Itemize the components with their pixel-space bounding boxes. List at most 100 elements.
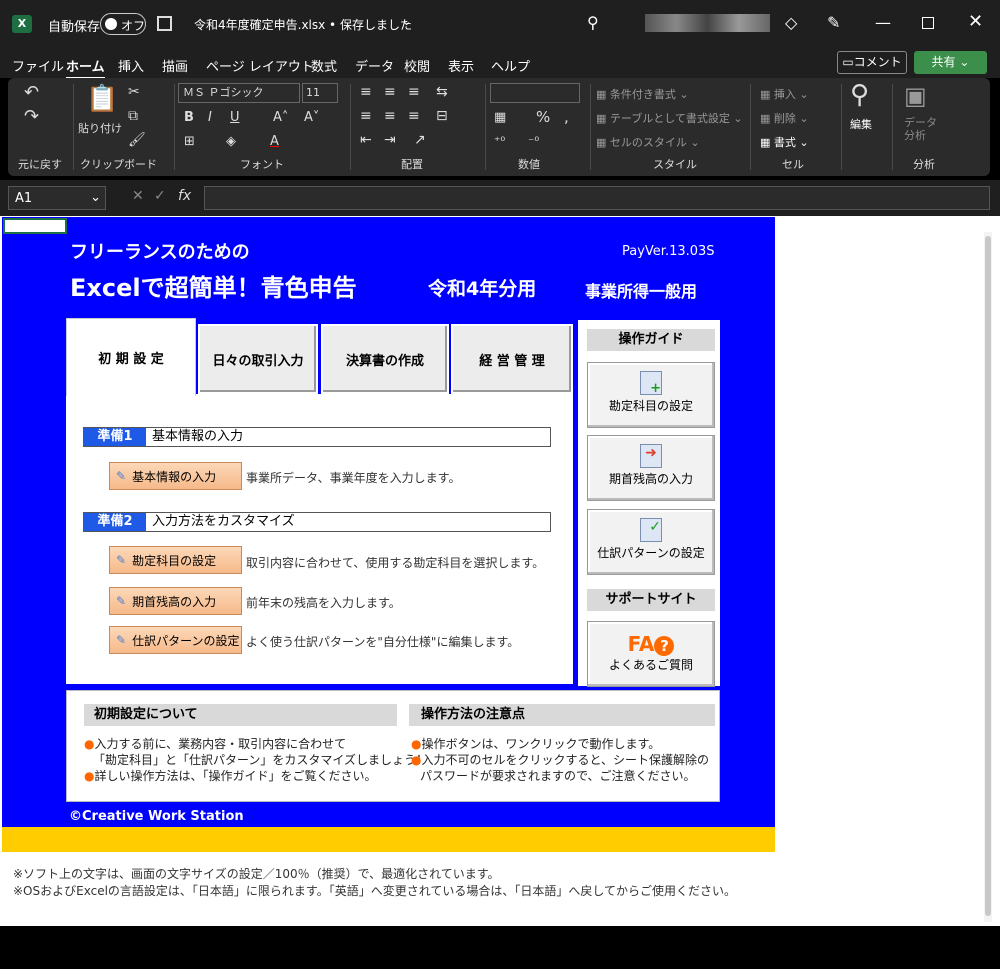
autosave-toggle[interactable]: オフ: [100, 13, 146, 35]
menu-review[interactable]: 校閲: [404, 56, 430, 75]
find-icon[interactable]: ⚲: [850, 80, 869, 110]
fx-icon[interactable]: fx: [178, 188, 191, 204]
align-top-icon[interactable]: ≡: [360, 84, 372, 100]
account-avatar[interactable]: [645, 14, 770, 32]
percent-icon[interactable]: %: [536, 108, 550, 126]
menu-data[interactable]: データ: [355, 56, 394, 75]
guide-opening-balance-button[interactable]: ➜ 期首残高の入力: [587, 435, 715, 501]
bold-icon[interactable]: B: [184, 110, 194, 125]
paste-icon[interactable]: 📋: [86, 84, 118, 114]
menu-file[interactable]: ファイル: [12, 56, 64, 75]
journal-pattern-button[interactable]: ✎ 仕訳パターンの設定: [109, 626, 242, 654]
font-color-icon[interactable]: A: [270, 134, 279, 149]
selected-cell-a1[interactable]: [3, 218, 67, 234]
outdent-icon[interactable]: ⇥: [384, 132, 396, 148]
merge-icon[interactable]: ⊟: [436, 108, 448, 124]
font-size-select[interactable]: 11: [302, 83, 338, 103]
align-right-icon[interactable]: ≡: [408, 108, 420, 124]
menu-help[interactable]: ヘルプ: [491, 56, 530, 75]
basic-info-desc: 事業所データ、事業年度を入力します。: [246, 471, 461, 485]
currency-icon[interactable]: ▦: [494, 110, 506, 125]
align-left-icon[interactable]: ≡: [360, 108, 372, 124]
share-label: 共有: [931, 55, 956, 69]
step-1: 準備1 基本情報の入力: [83, 427, 551, 447]
opening-balance-button[interactable]: ✎ 期首残高の入力: [109, 587, 242, 615]
cancel-icon[interactable]: ✕: [132, 188, 144, 204]
font-shrink-icon[interactable]: A˅: [304, 110, 319, 125]
guide-account-setting-button[interactable]: + 勘定科目の設定: [587, 362, 715, 428]
underline-icon[interactable]: U: [230, 110, 240, 125]
guide-journal-pattern-button[interactable]: ✓ 仕訳パターンの設定: [587, 509, 715, 575]
number-format-select[interactable]: [490, 83, 580, 103]
clipboard-label: クリップボード: [80, 158, 157, 171]
menu-draw[interactable]: 描画: [162, 56, 188, 75]
tab-financial-statements[interactable]: 決算書の作成: [321, 324, 449, 394]
search-icon[interactable]: ⚲: [587, 13, 599, 32]
faq-button[interactable]: FA? よくあるご質問: [587, 621, 715, 687]
data-analysis-button[interactable]: データ 分析: [904, 116, 937, 142]
align-center-icon[interactable]: ≡: [384, 108, 396, 124]
document-icon: ✎: [116, 553, 127, 567]
align-middle-icon[interactable]: ≡: [384, 84, 396, 100]
file-name[interactable]: 令和4年度確定申告.xlsx • 保存しました: [194, 16, 412, 33]
cell-label: セル: [782, 158, 804, 171]
comment-button[interactable]: ▭コメント: [837, 51, 907, 74]
pen-icon[interactable]: ✎: [827, 13, 840, 32]
fill-color-icon[interactable]: ◈: [226, 134, 236, 149]
menu-formulas[interactable]: 数式: [311, 56, 337, 75]
format-cells-button[interactable]: ▦ 書式 ⌄: [760, 134, 809, 150]
menu-insert[interactable]: 挿入: [118, 56, 144, 75]
footnote-1: ※ソフト上の文字は、画面の文字サイズの設定／100％（推奨）で、最適化されていま…: [13, 867, 500, 881]
menu-home[interactable]: ホーム: [66, 56, 105, 79]
insert-cells-button[interactable]: ▦ 挿入 ⌄: [760, 86, 809, 102]
menu-view[interactable]: 表示: [448, 56, 474, 75]
close-icon[interactable]: ✕: [968, 11, 983, 32]
basic-info-button[interactable]: ✎ 基本情報の入力: [109, 462, 242, 490]
tab-initial-settings[interactable]: 初 期 設 定: [66, 318, 196, 396]
redo-icon[interactable]: ↷: [24, 106, 39, 127]
orientation-icon[interactable]: ↗: [414, 132, 426, 148]
wrap-text-icon[interactable]: ⇆: [436, 84, 448, 100]
paste-label[interactable]: 貼り付け: [78, 120, 122, 136]
format-painter-icon[interactable]: 🖌: [128, 132, 146, 148]
cell-style-button[interactable]: ▦ セルのスタイル ⌄: [596, 134, 700, 150]
style-label: スタイル: [653, 158, 697, 171]
edit-label[interactable]: 編集: [850, 116, 872, 132]
account-setting-button[interactable]: ✎ 勘定科目の設定: [109, 546, 242, 574]
step-1-label: 準備1: [84, 428, 146, 446]
menu-page-layout[interactable]: ページ レイアウト: [206, 56, 314, 75]
enter-icon[interactable]: ✓: [154, 188, 166, 204]
font-name-select[interactable]: ＭＳ Ｐゴシック: [178, 83, 300, 103]
delete-cells-button[interactable]: ▦ 削除 ⌄: [760, 110, 809, 126]
formula-input[interactable]: [204, 186, 990, 210]
format-as-table-button[interactable]: ▦ テーブルとして書式設定 ⌄: [596, 110, 743, 126]
data-analysis-icon[interactable]: ▣: [904, 82, 927, 110]
maximize-icon[interactable]: [922, 17, 934, 29]
tab-daily-entry[interactable]: 日々の取引入力: [198, 324, 318, 394]
copy-icon[interactable]: ⧉: [128, 108, 138, 124]
indent-icon[interactable]: ⇤: [360, 132, 372, 148]
font-label: フォント: [240, 158, 284, 171]
undo-icon[interactable]: ↶: [24, 82, 39, 103]
decimal-decrease-icon[interactable]: ⁻⁰: [528, 134, 539, 148]
conditional-format-button[interactable]: ▦ 条件付き書式 ⌄: [596, 86, 689, 102]
journal-pattern-desc: よく使う仕訳パターンを"自分仕様"に編集します。: [246, 635, 520, 649]
cut-icon[interactable]: ✂: [128, 84, 140, 100]
scrollbar-thumb[interactable]: [985, 236, 991, 916]
minimize-icon[interactable]: —: [875, 13, 891, 32]
name-box[interactable]: A1 ⌄: [8, 186, 106, 210]
save-icon[interactable]: [157, 16, 172, 31]
filename-chevron-icon[interactable]: ⌄: [402, 15, 411, 28]
about-line-2: 「勘定科目」と「仕訳パターン」をカスタマイズしましょう！: [93, 753, 429, 767]
comma-icon[interactable]: ,: [564, 108, 569, 126]
italic-icon[interactable]: I: [208, 110, 212, 125]
share-button[interactable]: 共有 ⌄: [914, 51, 987, 74]
support-title: サポートサイト: [587, 589, 715, 611]
align-bottom-icon[interactable]: ≡: [408, 84, 420, 100]
tab-business-management[interactable]: 経 営 管 理: [451, 324, 573, 394]
border-icon[interactable]: ⊞: [184, 134, 195, 149]
cond-icon: ▦: [596, 88, 607, 101]
font-grow-icon[interactable]: A˄: [273, 110, 288, 125]
diamond-icon[interactable]: ◇: [785, 13, 797, 32]
decimal-increase-icon[interactable]: ⁺⁰: [494, 134, 505, 148]
